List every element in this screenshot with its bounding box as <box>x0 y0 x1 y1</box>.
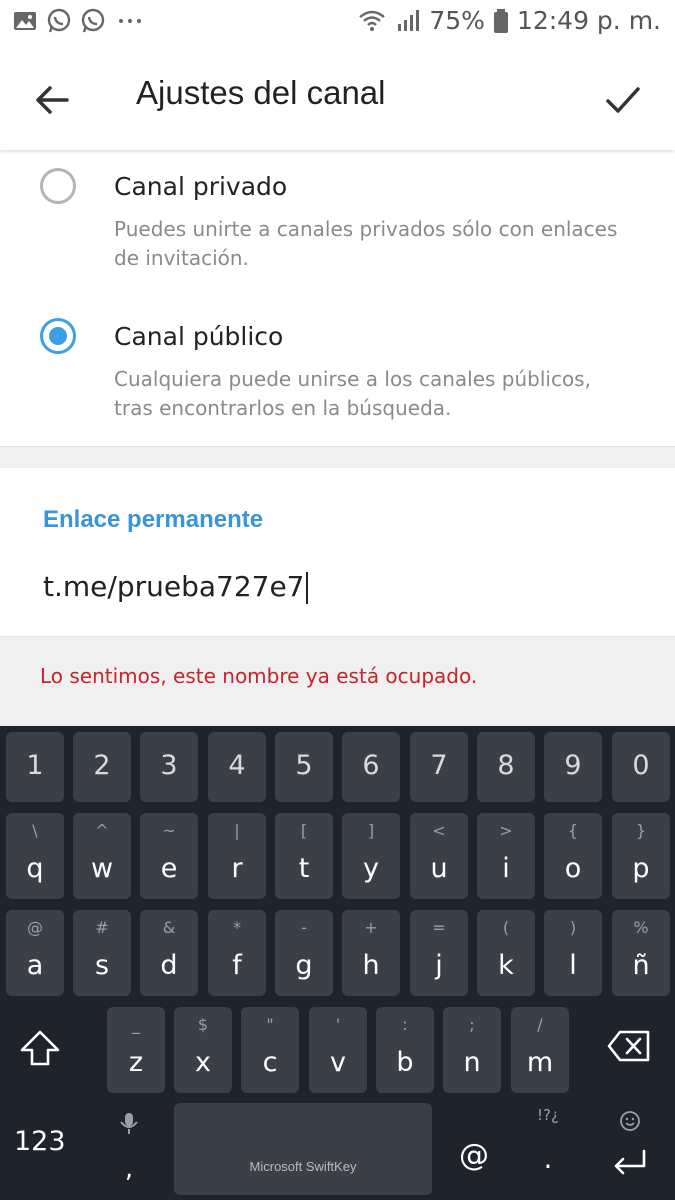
key-5[interactable]: 5 <box>275 732 333 802</box>
error-section: Lo sentimos, este nombre ya está ocupado… <box>0 636 675 726</box>
permalink-value: t.me/prueba727e7 <box>43 570 305 603</box>
key-6[interactable]: 6 <box>342 732 400 802</box>
more-dots-icon <box>119 19 141 23</box>
key-2[interactable]: 2 <box>73 732 131 802</box>
back-button[interactable] <box>28 76 76 124</box>
battery-icon <box>493 8 508 33</box>
key-3[interactable]: 3 <box>140 732 198 802</box>
key-g[interactable]: -g <box>275 910 333 996</box>
text-caret <box>305 572 308 604</box>
status-bar-notifications <box>12 8 144 34</box>
image-icon <box>14 12 36 30</box>
key-k[interactable]: (k <box>477 910 535 996</box>
option-label: Canal privado <box>114 172 288 201</box>
key-n-tilde[interactable]: % ñ <box>612 910 670 996</box>
key-7[interactable]: 7 <box>410 732 468 802</box>
whatsapp-icon <box>81 8 105 33</box>
backspace-key[interactable] <box>606 1028 656 1072</box>
comma-label: , <box>124 1154 134 1184</box>
key-8[interactable]: 8 <box>477 732 535 802</box>
error-message: Lo sentimos, este nombre ya está ocupado… <box>40 664 478 688</box>
check-icon <box>606 87 640 113</box>
backspace-icon <box>607 1030 650 1062</box>
emoji-icon <box>620 1111 640 1131</box>
key-h[interactable]: + h <box>342 910 400 996</box>
punctuation-hint: !?¿ <box>537 1106 559 1124</box>
shift-key[interactable] <box>18 1026 68 1076</box>
key-x[interactable]: $ x <box>174 1007 232 1093</box>
signal-icon <box>398 9 420 31</box>
key-z[interactable]: _ z <box>107 1007 165 1093</box>
at-key[interactable]: @ <box>452 1138 496 1184</box>
key-c[interactable]: " c <box>241 1007 299 1093</box>
key-a[interactable]: @ a <box>6 910 64 996</box>
status-bar-system: 75% 12:49 p. m. <box>357 6 661 35</box>
key-q[interactable]: \ q <box>6 813 64 899</box>
page-title: Ajustes del canal <box>136 74 386 111</box>
key-j[interactable]: = j <box>410 910 468 996</box>
option-private-channel[interactable]: Canal privado Puedes unirte a canales pr… <box>0 150 675 285</box>
key-l[interactable]: ) l <box>544 910 602 996</box>
key-t[interactable]: [t <box>275 813 333 899</box>
channel-type-section: Canal privado Puedes unirte a canales pr… <box>0 150 675 446</box>
whatsapp-icon <box>47 8 71 33</box>
key-9[interactable]: 9 <box>544 732 602 802</box>
key-r[interactable]: | r <box>208 813 266 899</box>
key-e[interactable]: ~ e <box>140 813 198 899</box>
permalink-section: Enlace permanente t.me/prueba727e7 <box>0 468 675 636</box>
section-divider <box>0 446 675 468</box>
radio-public[interactable] <box>40 318 76 354</box>
mic-icon <box>120 1113 138 1134</box>
space-bar[interactable]: Microsoft SwiftKey <box>174 1103 432 1195</box>
space-bar-label: Microsoft SwiftKey <box>249 1159 357 1174</box>
key-d[interactable]: & d <box>140 910 198 996</box>
option-public-channel[interactable]: Canal público Cualquiera puede unirse a … <box>0 300 675 440</box>
key-f[interactable]: * f <box>208 910 266 996</box>
key-u[interactable]: < u <box>410 813 468 899</box>
permalink-input[interactable]: t.me/prueba727e7 <box>43 570 308 604</box>
key-m[interactable]: / m <box>511 1007 569 1093</box>
period-label: . <box>543 1142 553 1175</box>
keyboard: 1 2 3 4 5 6 7 8 9 0 \ q ^ w ~ e | r [t ] y < u… <box>0 726 675 1200</box>
key-0[interactable]: 0 <box>612 732 670 802</box>
back-arrow-icon <box>36 86 69 114</box>
enter-icon <box>614 1149 646 1175</box>
option-description: Cualquiera puede unirse a los canales pú… <box>114 367 591 420</box>
status-bar: 75% 12:49 p. m. <box>0 0 675 48</box>
permalink-header: Enlace permanente <box>43 506 264 533</box>
key-p[interactable]: } p <box>612 813 670 899</box>
wifi-icon <box>359 10 386 31</box>
key-n[interactable]: ; n <box>443 1007 501 1093</box>
status-time: 12:49 p. m. <box>516 6 661 35</box>
radio-private[interactable] <box>40 168 76 204</box>
shift-icon <box>20 1030 60 1066</box>
period-key[interactable]: !?¿ . <box>526 1106 570 1194</box>
key-1[interactable]: 1 <box>6 732 64 802</box>
key-4[interactable]: 4 <box>208 732 266 802</box>
key-b[interactable]: :b <box>376 1007 434 1093</box>
done-button[interactable] <box>599 76 647 124</box>
key-y[interactable]: ] y <box>342 813 400 899</box>
enter-key[interactable] <box>604 1110 656 1190</box>
key-v[interactable]: ' v <box>309 1007 367 1093</box>
option-description: Puedes unirte a canales privados sólo co… <box>114 217 618 270</box>
app-bar: Ajustes del canal <box>0 48 675 150</box>
battery-percent: 75% <box>429 6 485 35</box>
key-i[interactable]: > i <box>477 813 535 899</box>
comma-key[interactable]: , <box>110 1104 148 1194</box>
key-s[interactable]: # s <box>73 910 131 996</box>
key-o[interactable]: {o <box>544 813 602 899</box>
key-w[interactable]: ^ w <box>73 813 131 899</box>
symbols-key[interactable]: 123 <box>14 1126 66 1157</box>
option-label: Canal público <box>114 322 284 351</box>
